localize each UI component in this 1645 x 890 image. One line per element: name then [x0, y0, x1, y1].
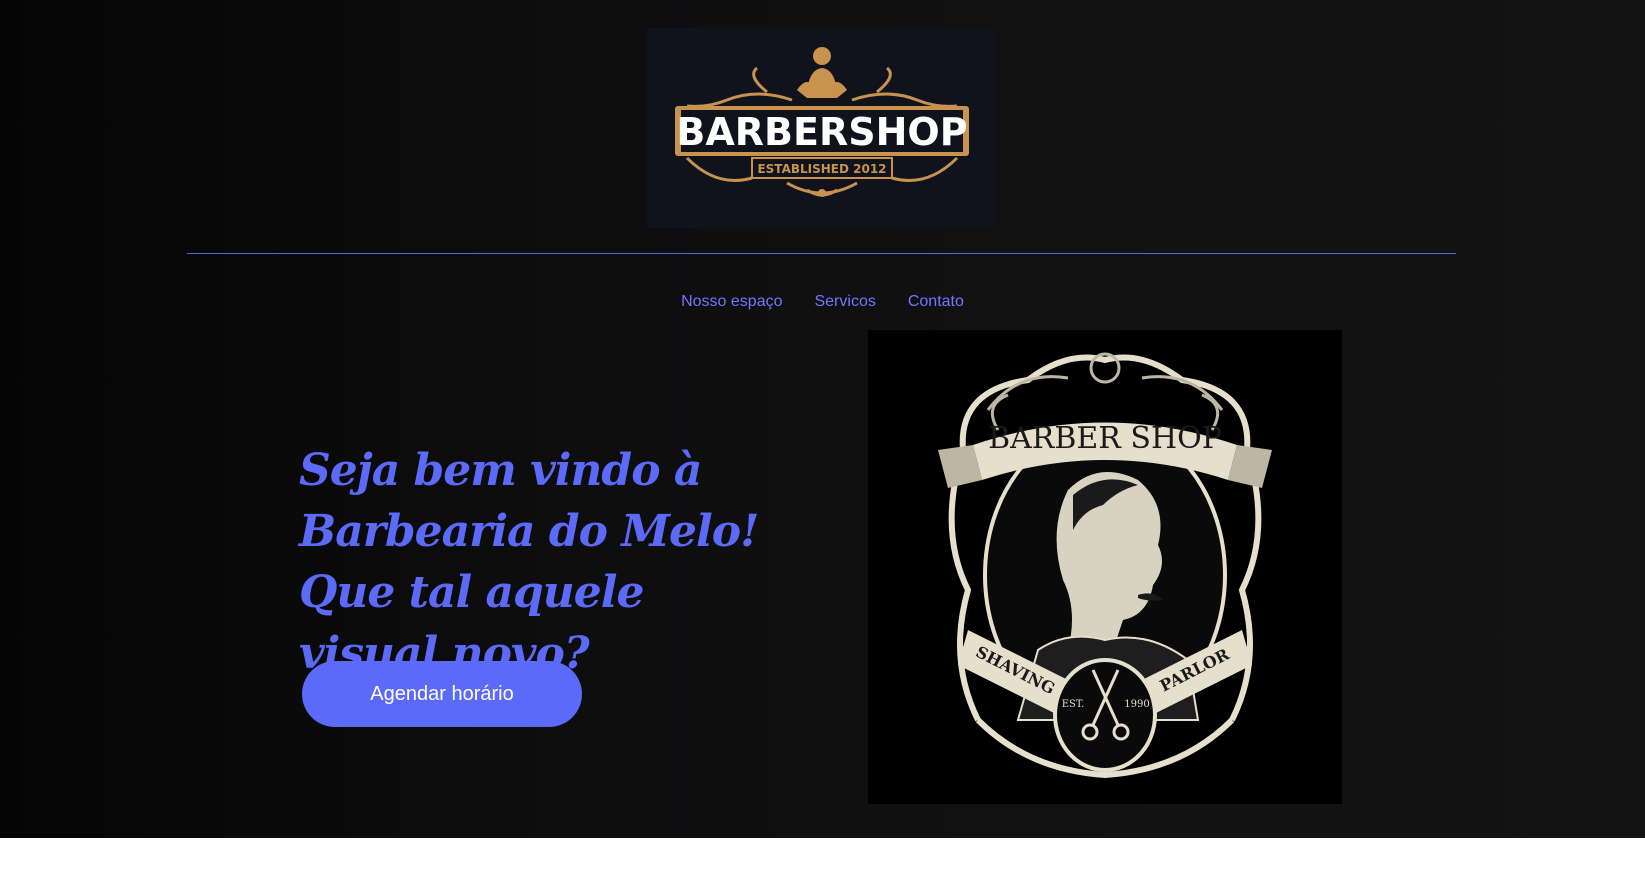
- hero-section: BARBERSHOP ESTABLISHED 2012 Nosso espaço…: [0, 0, 1645, 838]
- badge-est-label: EST.: [1062, 699, 1085, 710]
- main-nav: Nosso espaço Servicos Contato: [0, 293, 1645, 311]
- schedule-button[interactable]: Agendar horário: [302, 661, 582, 727]
- logo-subtitle: ESTABLISHED 2012: [757, 162, 886, 176]
- badge-title: BARBER SHOP: [988, 421, 1222, 456]
- header-divider: [187, 253, 1456, 254]
- badge-est-year: 1990: [1124, 699, 1149, 710]
- nav-link-servicos[interactable]: Servicos: [814, 293, 875, 311]
- logo-title: BARBERSHOP: [676, 110, 967, 154]
- nav-link-nosso-espaco[interactable]: Nosso espaço: [681, 293, 782, 311]
- barbershop-logo: BARBERSHOP ESTABLISHED 2012: [647, 28, 997, 228]
- barber-shop-badge-image: BARBER SHOP SHAVING PARLOR EST. 1990: [868, 330, 1342, 804]
- nav-link-contato[interactable]: Contato: [908, 293, 964, 311]
- hero-headline: Seja bem vindo à Barbearia do Melo! Que …: [299, 445, 759, 679]
